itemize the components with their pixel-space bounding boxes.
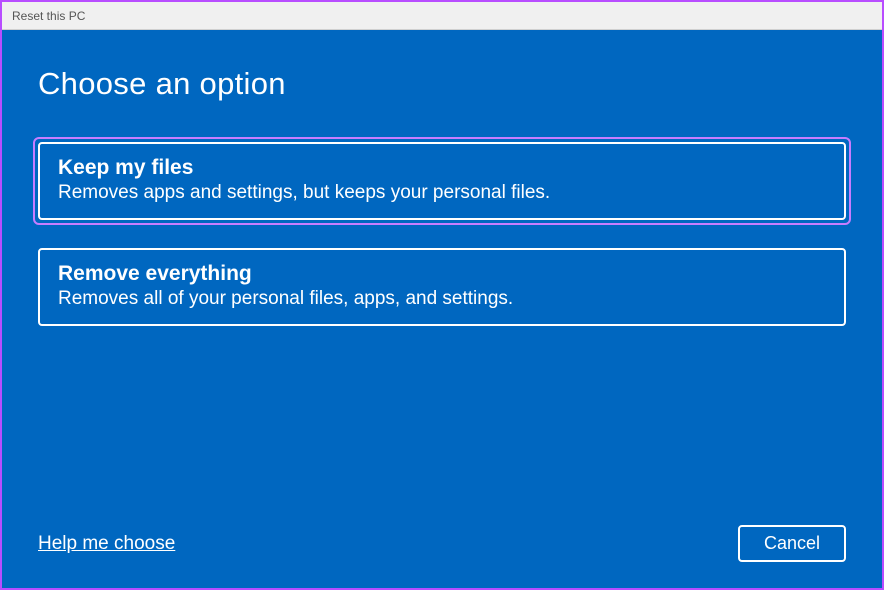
- page-heading: Choose an option: [38, 66, 846, 102]
- option-remove-everything[interactable]: Remove everything Removes all of your pe…: [38, 248, 846, 326]
- option-title: Remove everything: [58, 262, 826, 286]
- help-me-choose-link[interactable]: Help me choose: [38, 533, 175, 555]
- window-titlebar: Reset this PC: [2, 2, 882, 30]
- cancel-button[interactable]: Cancel: [738, 525, 846, 562]
- option-keep-my-files[interactable]: Keep my files Removes apps and settings,…: [38, 142, 846, 220]
- options-list: Keep my files Removes apps and settings,…: [38, 142, 846, 326]
- dialog-content: Choose an option Keep my files Removes a…: [2, 30, 882, 588]
- dialog-footer: Help me choose Cancel: [38, 525, 846, 562]
- option-title: Keep my files: [58, 156, 826, 180]
- option-description: Removes all of your personal files, apps…: [58, 288, 826, 310]
- window-title: Reset this PC: [12, 9, 85, 23]
- option-description: Removes apps and settings, but keeps you…: [58, 182, 826, 204]
